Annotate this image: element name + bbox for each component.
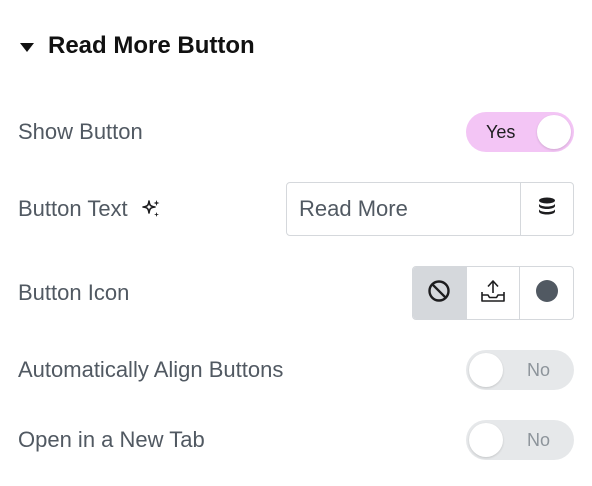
read-more-button-panel: Read More Button Show Button Yes Button …: [0, 0, 592, 486]
toggle-knob: [469, 423, 503, 457]
auto-align-toggle-label: No: [526, 360, 550, 380]
new-tab-toggle-label: No: [526, 430, 550, 450]
show-button-toggle[interactable]: Yes: [466, 112, 574, 152]
dynamic-tags-button[interactable]: [520, 183, 573, 235]
icon-option-circle[interactable]: [519, 267, 573, 319]
auto-align-toggle[interactable]: No: [466, 350, 574, 390]
button-text-control: [286, 182, 574, 236]
upload-icon: [479, 278, 507, 309]
button-icon-choose: [412, 266, 574, 320]
auto-align-label: Automatically Align Buttons: [18, 357, 284, 382]
circle-icon: [535, 279, 559, 308]
none-icon: [427, 279, 451, 308]
new-tab-toggle[interactable]: No: [466, 420, 574, 460]
toggle-knob: [537, 115, 571, 149]
button-icon-row: Button Icon: [18, 266, 574, 320]
section-header[interactable]: Read More Button: [20, 28, 255, 64]
caret-down-icon: [20, 42, 34, 52]
show-button-label: Show Button: [18, 119, 143, 144]
ai-sparkle-icon[interactable]: [140, 198, 162, 220]
toggle-knob: [469, 353, 503, 387]
icon-option-none[interactable]: [413, 267, 466, 319]
new-tab-label: Open in a New Tab: [18, 427, 205, 452]
button-text-label-text: Button Text: [18, 196, 128, 221]
auto-align-row: Automatically Align Buttons No: [18, 350, 574, 390]
show-button-toggle-label: Yes: [486, 122, 516, 142]
new-tab-row: Open in a New Tab No: [18, 420, 574, 460]
database-icon: [537, 196, 557, 223]
section-title: Read More Button: [48, 32, 255, 59]
button-text-row: Button Text: [18, 182, 574, 236]
button-text-label: Button Text: [18, 196, 162, 222]
button-icon-label: Button Icon: [18, 280, 130, 305]
button-text-input[interactable]: [287, 183, 520, 235]
icon-option-upload[interactable]: [465, 267, 520, 319]
show-button-row: Show Button Yes: [18, 112, 574, 152]
